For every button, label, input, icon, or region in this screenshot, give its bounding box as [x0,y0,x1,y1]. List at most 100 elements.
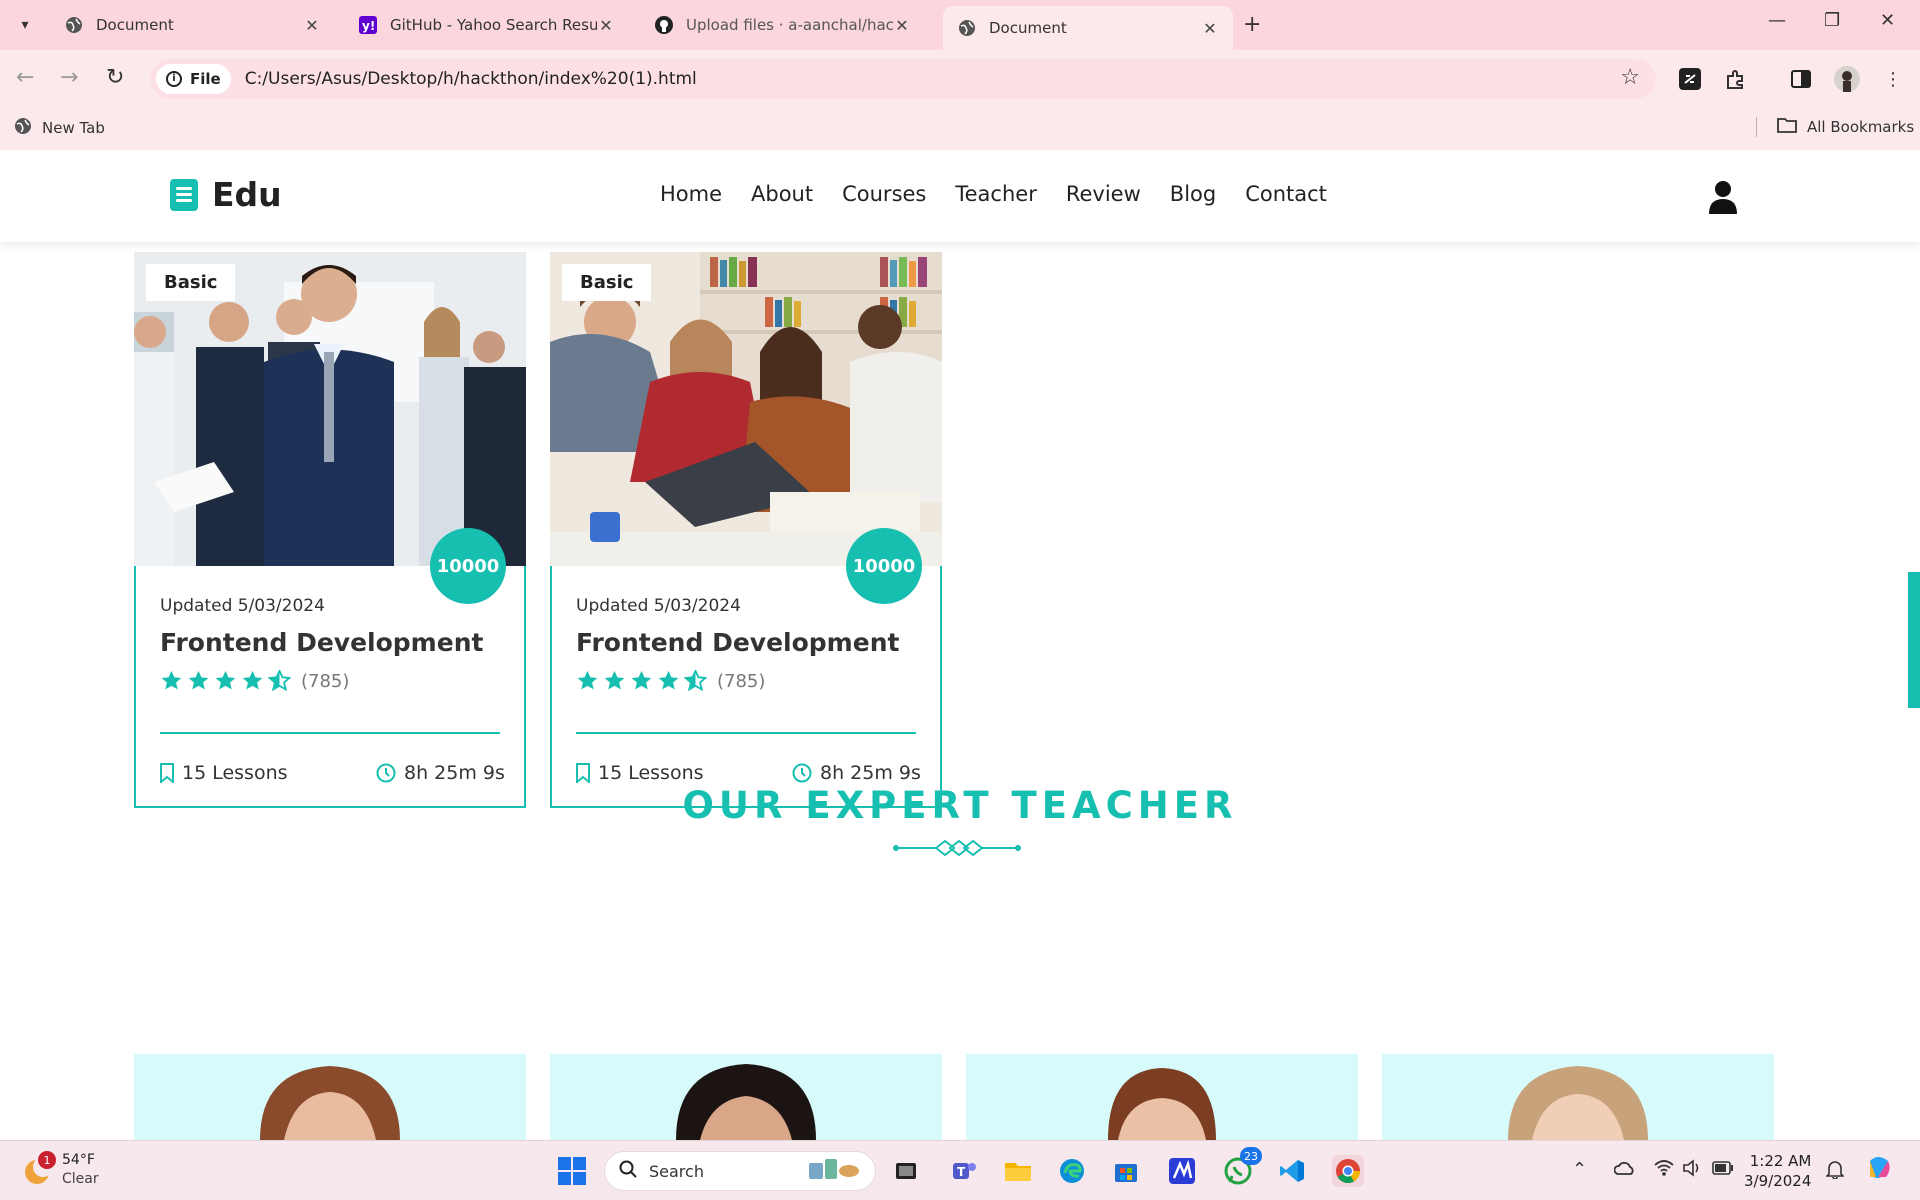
close-icon[interactable]: ✕ [597,16,615,35]
whatsapp-badge: 23 [1240,1147,1262,1165]
course-card[interactable]: Basic 10000 Updated 5/03/2024 Frontend D… [550,252,942,808]
volume-icon[interactable] [1682,1159,1702,1182]
extensions-puzzle-icon[interactable] [1722,66,1748,92]
user-icon[interactable] [1708,180,1738,214]
battery-icon[interactable] [1712,1159,1734,1180]
nav-courses[interactable]: Courses [842,182,926,206]
nav-blog[interactable]: Blog [1170,182,1216,206]
info-icon: i [166,71,182,87]
tab-title: GitHub - Yahoo Search Results [390,16,597,34]
edge-icon[interactable] [1056,1155,1088,1187]
site-info-chip[interactable]: i File [156,64,231,94]
page-viewport: Edu Home About Courses Teacher Review Bl… [0,150,1920,1140]
clock-icon [792,763,812,783]
profile-avatar[interactable] [1834,66,1860,92]
yahoo-icon: y! [358,15,378,35]
course-card[interactable]: Basic 10000 Updated 5/03/2024 Frontend D… [134,252,526,808]
teacher-card[interactable] [966,1054,1358,1140]
bookmarks-bar: New Tab All Bookmarks [0,108,1920,150]
forward-button[interactable]: → [60,65,78,90]
course-image-students: Basic [550,252,942,566]
close-window-button[interactable]: ✕ [1880,10,1895,31]
extension-icon[interactable] [1677,66,1703,92]
duration-info: 8h 25m 9s [376,762,505,784]
close-icon[interactable]: ✕ [893,16,911,35]
star-icon [577,670,598,690]
nav-review[interactable]: Review [1066,182,1141,206]
tab-github-upload[interactable]: Upload files · a-aanchal/hackath ✕ [640,6,925,44]
vscode-icon[interactable] [1276,1155,1308,1187]
restore-button[interactable]: ❐ [1824,10,1840,31]
tab-document-1[interactable]: Document ✕ [50,6,335,44]
side-panel-icon[interactable] [1788,66,1814,92]
duration-text: 8h 25m 9s [820,762,921,784]
github-icon [654,15,674,35]
lessons-info: 15 Lessons [160,762,288,784]
globe-icon [64,15,84,35]
rating-stars: (785) [576,670,765,692]
tray-overflow-icon[interactable]: ⌃ [1572,1159,1587,1180]
site-logo[interactable]: Edu [170,175,282,214]
star-icon [161,670,182,690]
price-badge: 10000 [430,528,506,604]
star-icon [242,670,263,690]
page-scrollbar-thumb[interactable] [1908,572,1920,708]
system-clock[interactable]: 1:22 AM 3/9/2024 [1744,1151,1811,1191]
task-view-icon[interactable] [890,1155,922,1187]
minimize-button[interactable]: — [1768,10,1786,31]
teams-icon[interactable]: T [948,1155,980,1187]
url-text[interactable]: C:/Users/Asus/Desktop/h/hackthon/index%2… [245,69,697,89]
whatsapp-icon[interactable]: 23 [1222,1147,1262,1187]
svg-text:T: T [957,1165,966,1179]
nav-about[interactable]: About [751,182,813,206]
clock-time: 1:22 AM [1749,1152,1812,1170]
notification-bell-icon[interactable] [1825,1159,1845,1184]
main-nav: Home About Courses Teacher Review Blog C… [660,182,1356,206]
store-icon[interactable] [1110,1155,1142,1187]
copilot-icon[interactable] [1864,1153,1894,1188]
duration-info: 8h 25m 9s [792,762,921,784]
taskbar-search[interactable]: Search [604,1151,876,1191]
site-info-label: File [190,70,221,88]
review-count: (785) [717,670,766,692]
wifi-icon[interactable] [1654,1159,1674,1182]
teacher-card[interactable] [134,1054,526,1140]
tab-search-button[interactable]: ▾ [12,12,38,38]
new-tab-button[interactable]: + [1243,12,1261,37]
windows-start-icon[interactable] [556,1155,588,1187]
close-icon[interactable]: ✕ [303,16,321,35]
browser-toolbar: ← → ↻ i File C:/Users/Asus/Desktop/h/hac… [0,50,1920,108]
weather-widget[interactable]: 1 54°F Clear [20,1151,99,1189]
star-half-icon [268,670,291,692]
file-explorer-icon[interactable] [1002,1155,1034,1187]
nav-contact[interactable]: Contact [1245,182,1327,206]
tab-document-active[interactable]: Document ✕ [943,6,1233,50]
lessons-count: 15 Lessons [182,762,288,784]
nav-home[interactable]: Home [660,182,722,206]
app-m-icon[interactable] [1166,1155,1198,1187]
tab-yahoo[interactable]: y! GitHub - Yahoo Search Results ✕ [344,6,629,44]
bookmark-icon [160,763,174,783]
tab-title: Document [96,16,174,34]
bookmark-star-icon[interactable]: ☆ [1620,65,1640,90]
nav-teacher[interactable]: Teacher [955,182,1036,206]
address-bar[interactable]: i File C:/Users/Asus/Desktop/h/hackthon/… [150,59,1656,99]
weather-temp: 54°F [62,1152,95,1168]
course-title[interactable]: Frontend Development [160,628,483,657]
back-button[interactable]: ← [16,65,34,90]
bookmark-new-tab[interactable]: New Tab [14,117,105,139]
reload-button[interactable]: ↻ [106,65,124,90]
price-badge: 10000 [846,528,922,604]
teacher-card[interactable] [550,1054,942,1140]
close-icon[interactable]: ✕ [1201,19,1219,38]
updated-date: Updated 5/03/2024 [160,596,325,616]
search-icon [619,1160,637,1182]
chrome-icon[interactable] [1332,1155,1364,1187]
onedrive-icon[interactable] [1613,1159,1636,1182]
course-image-business-team: Basic [134,252,526,566]
browser-menu-icon[interactable]: ⋮ [1880,66,1906,92]
all-bookmarks[interactable]: All Bookmarks [1756,117,1914,137]
teacher-card[interactable] [1382,1054,1774,1140]
os-taskbar: 1 54°F Clear Search T 23 ⌃ 1:22 AM 3/9/2… [0,1140,1920,1200]
course-title[interactable]: Frontend Development [576,628,899,657]
